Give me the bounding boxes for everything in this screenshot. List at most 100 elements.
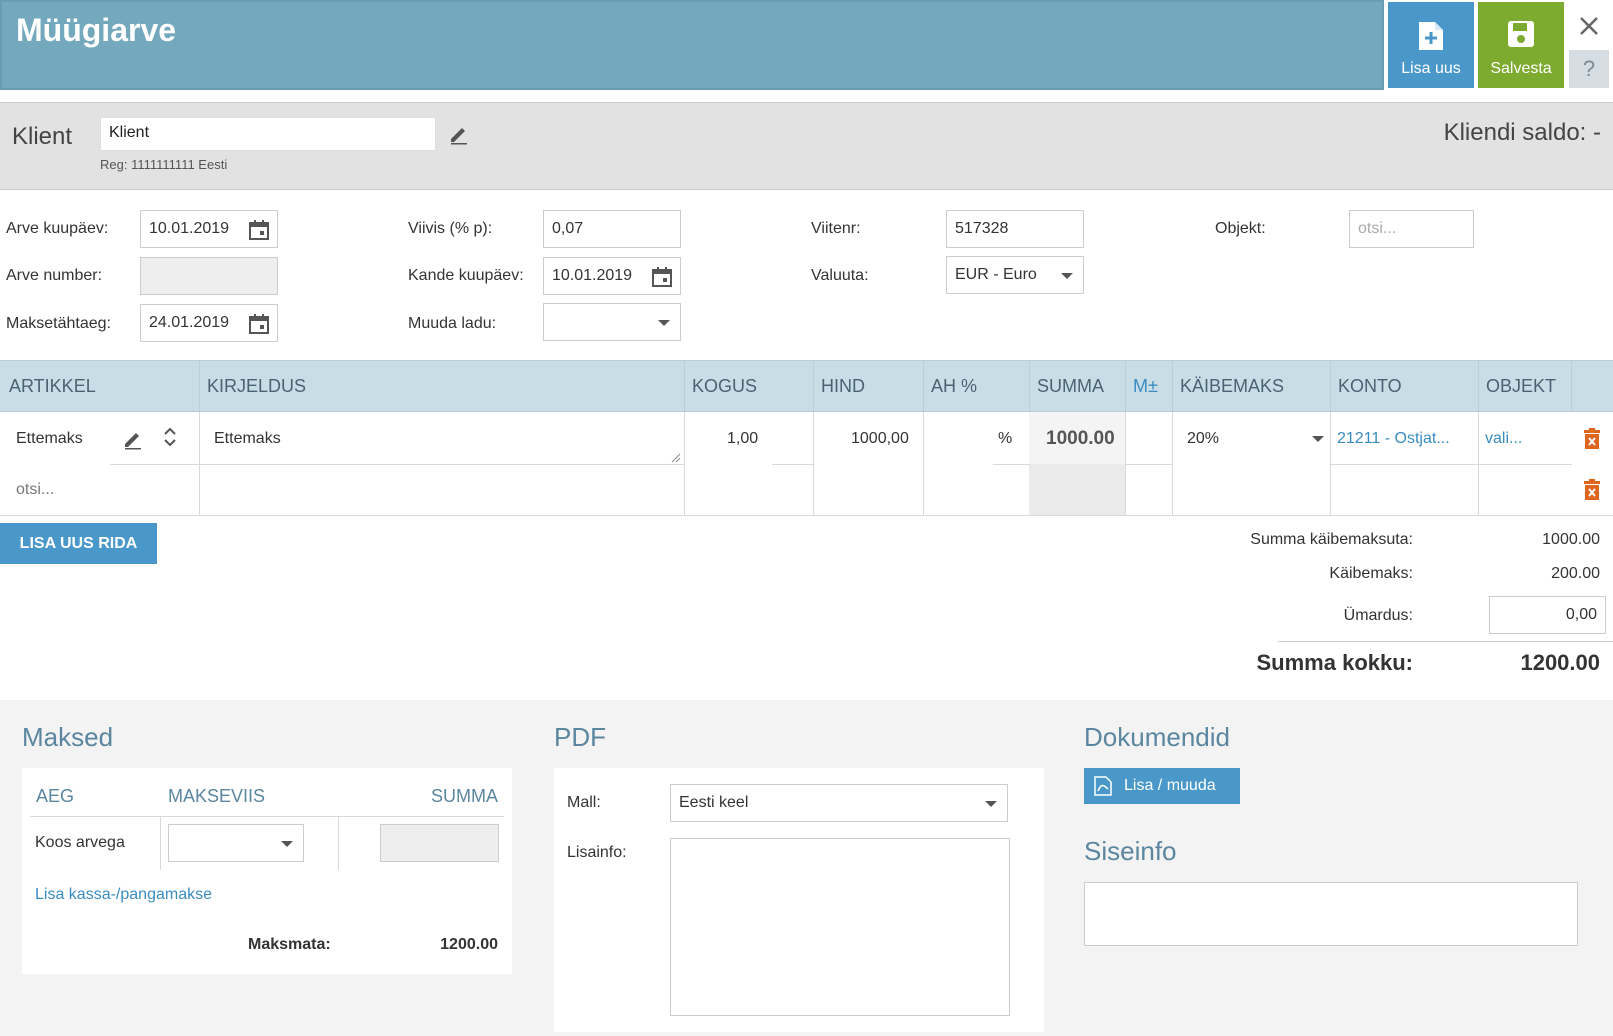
extra-info-textarea[interactable]: [670, 838, 1010, 1016]
save-button[interactable]: Salvesta: [1478, 2, 1564, 88]
add-row-button[interactable]: LISA UUS RIDA: [0, 523, 157, 564]
entry-date-label: Kande kuupäev:: [408, 267, 524, 284]
calendar-icon[interactable]: [249, 314, 269, 334]
add-document-icon: [1419, 22, 1443, 50]
account-link[interactable]: 21211 - Ostjat...: [1337, 430, 1450, 448]
invoice-date-label: Arve kuupäev:: [6, 220, 109, 237]
warehouse-select[interactable]: [543, 303, 681, 341]
net-total-value: 1000.00: [1542, 531, 1600, 548]
line-sum: 1000.00: [1046, 428, 1115, 449]
reorder-handle[interactable]: [163, 426, 177, 453]
due-date-value: 24.01.2019: [149, 314, 230, 331]
close-button[interactable]: [1569, 4, 1609, 48]
chevron-down-icon: [658, 320, 670, 326]
grand-total-value: 1200.00: [1520, 650, 1600, 675]
extra-info-label: Lisainfo:: [567, 844, 627, 861]
col-vat: KÄIBEMAKS: [1180, 376, 1285, 396]
header-bar: [0, 0, 1384, 90]
client-input[interactable]: Klient: [100, 117, 436, 151]
client-reg: Reg: 1111111111 Eesti: [100, 157, 228, 172]
delete-row-button[interactable]: [1583, 428, 1601, 455]
reference-label: Viitenr:: [811, 220, 861, 237]
help-button[interactable]: ?: [1569, 50, 1609, 88]
discount-unit: %: [998, 430, 1013, 447]
client-balance: Kliendi saldo: -: [1443, 119, 1601, 146]
penalty-label: Viivis (% p):: [408, 220, 493, 237]
currency-select[interactable]: EUR - Euro: [946, 256, 1084, 294]
trash-icon: [1584, 479, 1600, 500]
currency-label: Valuuta:: [811, 267, 869, 284]
template-select[interactable]: Eesti keel: [670, 784, 1008, 822]
description-input[interactable]: Ettemaks: [214, 430, 281, 448]
delete-row-button[interactable]: [1583, 479, 1601, 506]
reference-input[interactable]: 517328: [946, 210, 1084, 248]
pencil-icon: [125, 433, 141, 450]
save-button-label: Salvesta: [1490, 60, 1552, 77]
add-payment-link[interactable]: Lisa kassa-/pangamakse: [35, 886, 212, 904]
payments-card: AEG MAKSEVIIS SUMMA Koos arvega Lisa kas…: [22, 768, 512, 974]
new-button[interactable]: Lisa uus: [1388, 2, 1474, 88]
documents-add-button[interactable]: Lisa / muuda: [1084, 768, 1240, 804]
invoice-number-label: Arve number:: [6, 267, 103, 284]
col-account: KONTO: [1338, 376, 1402, 396]
client-section: Klient Klient Reg: 1111111111 Eesti Klie…: [0, 102, 1613, 190]
payments-title: Maksed: [22, 722, 114, 752]
object-label: Objekt:: [1215, 220, 1266, 237]
calendar-icon[interactable]: [249, 220, 269, 240]
price-input[interactable]: 1000,00: [851, 430, 909, 448]
pdf-title: PDF: [554, 722, 606, 752]
col-vat-included-toggle[interactable]: M±: [1133, 376, 1158, 397]
pdf-file-icon: [1094, 776, 1112, 796]
article-value[interactable]: Ettemaks: [16, 430, 83, 448]
net-total-label: Summa käibemaksuta:: [1250, 531, 1413, 548]
invoice-date-field[interactable]: 10.01.2019: [140, 210, 278, 248]
floppy-disk-icon: [1508, 21, 1534, 47]
resize-handle-icon[interactable]: [671, 450, 681, 468]
payments-col-time: AEG: [36, 786, 75, 806]
page-title: Müügiarve: [16, 12, 177, 48]
col-price: HIND: [821, 376, 865, 396]
due-date-label: Maksetähtaeg:: [6, 315, 111, 332]
payment-method-select[interactable]: [168, 824, 304, 862]
new-button-label: Lisa uus: [1401, 60, 1461, 77]
grand-total-label: Summa kokku:: [1256, 650, 1414, 675]
unpaid-label: Maksmata:: [248, 936, 331, 953]
unpaid-value: 1200.00: [440, 936, 498, 953]
penalty-input[interactable]: 0,07: [543, 210, 681, 248]
pdf-card: Mall: Eesti keel Lisainfo:: [554, 768, 1044, 1032]
col-quantity: KOGUS: [692, 376, 758, 396]
col-discount: AH %: [931, 376, 978, 396]
vat-total-value: 200.00: [1551, 565, 1600, 582]
rounding-input[interactable]: 0,00: [1489, 596, 1606, 634]
article-edit-button[interactable]: [122, 428, 144, 455]
rounding-label: Ümardus:: [1343, 607, 1413, 624]
entry-date-field[interactable]: 10.01.2019: [543, 257, 681, 295]
vat-select[interactable]: 20%: [1187, 430, 1219, 448]
due-date-field[interactable]: 24.01.2019: [140, 304, 278, 342]
col-description: KIRJELDUS: [207, 376, 307, 396]
chevron-down-icon: [1312, 436, 1324, 442]
chevron-down-icon: [281, 841, 293, 847]
lines-table-header: ARTIKKEL KIRJELDUS KOGUS HIND AH % SUMMA…: [0, 360, 1613, 412]
invoice-date-value: 10.01.2019: [149, 220, 230, 237]
trash-icon: [1584, 428, 1600, 449]
internal-info-textarea[interactable]: [1084, 882, 1578, 946]
chevron-down-icon: [985, 801, 997, 807]
quantity-input[interactable]: 1,00: [727, 430, 758, 448]
chevron-down-icon: [1061, 273, 1073, 279]
vat-total-label: Käibemaks:: [1329, 565, 1413, 582]
currency-value: EUR - Euro: [955, 266, 1037, 283]
payments-col-method: MAKSEVIIS: [168, 786, 266, 806]
calendar-icon[interactable]: [652, 267, 672, 287]
col-object: OBJEKT: [1486, 376, 1557, 396]
object-link[interactable]: vali...: [1485, 430, 1522, 448]
col-article: ARTIKKEL: [9, 376, 96, 396]
col-sum: SUMMA: [1037, 376, 1104, 396]
template-label: Mall:: [567, 794, 601, 811]
warehouse-label: Muuda ladu:: [408, 315, 497, 332]
invoice-number-field: [140, 257, 278, 295]
object-search-input[interactable]: otsi...: [1349, 210, 1474, 248]
new-row-article-search[interactable]: otsi...: [16, 481, 54, 499]
close-icon: [1580, 17, 1598, 35]
client-edit-button[interactable]: [448, 123, 470, 150]
